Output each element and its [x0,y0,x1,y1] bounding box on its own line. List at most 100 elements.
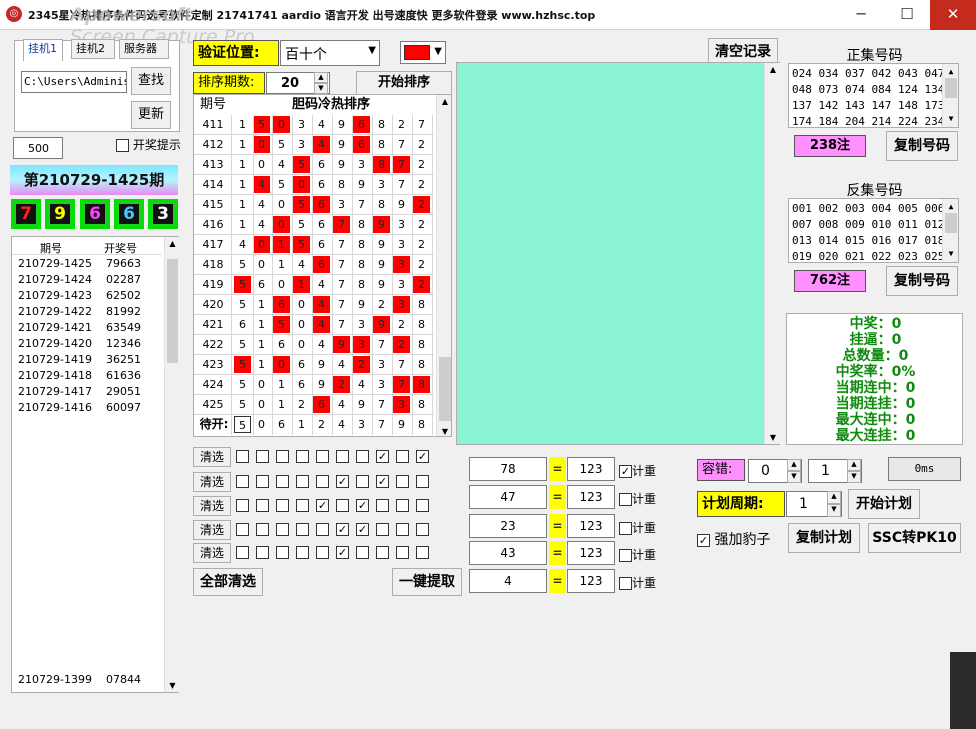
weight-left-input[interactable]: 47 [469,485,547,509]
weight-right-input[interactable]: 123 [567,485,615,509]
digit-checkbox[interactable] [396,523,409,536]
digit-checkbox[interactable] [236,546,249,559]
spin-down-icon[interactable]: ▼ [314,83,328,94]
digit-checkbox[interactable] [276,475,289,488]
clear-row-button[interactable]: 清选 [193,472,231,492]
list-item[interactable]: 210729-1399 07844 [18,673,141,686]
weight-check-box[interactable] [619,522,632,535]
copy-positive-button[interactable]: 复制号码 [886,131,958,161]
weight-right-input[interactable]: 123 [567,457,615,481]
copy-negative-button[interactable]: 复制号码 [886,266,958,296]
list-item[interactable]: 210729-1416 60097 [18,401,141,414]
digit-checkbox[interactable]: ✓ [376,450,389,463]
digit-checkbox[interactable] [396,499,409,512]
spin-up-icon[interactable]: ▲ [847,459,861,471]
digit-checkbox[interactable] [396,475,409,488]
history-list[interactable]: 期号 开奖号 210729-1425 79663 210729-1424 02287 2… [11,236,179,693]
weight-checkbox[interactable]: ✓ 计重 [619,462,656,479]
minimize-button[interactable]: ─ [838,0,884,30]
digit-checkbox[interactable]: ✓ [416,450,429,463]
digit-checkbox[interactable] [396,450,409,463]
negative-set-box[interactable]: 001 002 003 004 005 006 007 008 009 010 … [788,198,959,263]
clear-row-button[interactable]: 清选 [193,496,231,516]
output-area[interactable]: ▲ ▼ [456,62,780,445]
path-input[interactable]: C:\Users\Administ [21,71,127,93]
weight-check-box[interactable]: ✓ [619,465,632,478]
list-item[interactable]: 210729-1420 12346 [18,337,141,350]
positive-scrollbar[interactable]: ▲ ▼ [942,64,958,127]
list-item[interactable]: 210729-1424 02287 [18,273,141,286]
digit-checkbox[interactable] [376,499,389,512]
digit-checkbox[interactable] [336,499,349,512]
one-click-extract-button[interactable]: 一键提取 [392,568,462,596]
digit-checkbox[interactable] [256,475,269,488]
color-picker[interactable]: ▼ [400,41,446,64]
digit-checkbox[interactable] [316,475,329,488]
digit-checkbox[interactable]: ✓ [376,475,389,488]
spin-down-icon[interactable]: ▼ [847,471,861,483]
digit-checkbox[interactable] [296,546,309,559]
spin-up-icon[interactable]: ▲ [827,491,841,504]
copy-plan-button[interactable]: 复制计划 [788,523,860,553]
digit-checkbox[interactable]: ✓ [356,499,369,512]
digit-checkbox[interactable]: ✓ [336,523,349,536]
weight-left-input[interactable]: 4 [469,569,547,593]
clear-row-button[interactable]: 清选 [193,520,231,540]
positive-set-box[interactable]: 024 034 037 042 043 047 048 073 074 084 … [788,63,959,128]
digit-checkbox[interactable] [236,499,249,512]
digit-checkbox[interactable] [236,523,249,536]
digit-checkbox[interactable]: ✓ [316,499,329,512]
find-button[interactable]: 查找 [131,67,171,95]
digit-checkbox[interactable] [356,475,369,488]
digit-checkbox[interactable] [256,499,269,512]
list-item[interactable]: 210729-1422 81992 [18,305,141,318]
digit-checkbox[interactable] [316,450,329,463]
digit-checkbox[interactable] [256,546,269,559]
digit-checkbox[interactable] [416,499,429,512]
prize-hint-checkbox[interactable]: 开奖提示 [116,136,181,153]
tab-server[interactable]: 服务器 [119,39,169,59]
digit-checkbox[interactable] [276,546,289,559]
clear-all-button[interactable]: 全部清选 [193,568,263,596]
digit-checkbox[interactable] [416,523,429,536]
digit-checkbox[interactable]: ✓ [336,475,349,488]
weight-checkbox[interactable]: 计重 [619,519,656,536]
list-item[interactable]: 210729-1417 29051 [18,385,141,398]
spin-up-icon[interactable]: ▲ [787,459,801,471]
digit-checkbox[interactable] [416,546,429,559]
force-leopard-box[interactable]: ✓ [697,533,710,547]
digit-checkbox[interactable] [376,546,389,559]
digit-checkbox[interactable] [296,523,309,536]
update-button[interactable]: 更新 [131,101,171,129]
weight-checkbox[interactable]: 计重 [619,574,656,591]
verify-position-select[interactable]: 百十个 ▼ [280,40,380,66]
ssc-to-pk10-button[interactable]: SSC转PK10 [868,523,961,553]
digit-checkbox[interactable] [316,523,329,536]
digit-checkbox[interactable] [356,450,369,463]
digit-checkbox[interactable] [316,546,329,559]
weight-left-input[interactable]: 78 [469,457,547,481]
history-scrollbar[interactable]: ▲ ▼ [164,237,179,692]
digit-checkbox[interactable] [236,475,249,488]
count-input[interactable]: 500 [13,137,63,159]
start-plan-button[interactable]: 开始计划 [848,489,920,519]
list-item[interactable]: 210729-1421 63549 [18,321,141,334]
digit-checkbox[interactable] [256,523,269,536]
weight-right-input[interactable]: 123 [567,514,615,538]
weight-check-box[interactable] [619,577,632,590]
digit-checkbox[interactable] [276,523,289,536]
grid-scrollbar[interactable]: ▲ ▼ [436,95,451,436]
digit-checkbox[interactable] [296,499,309,512]
prize-hint-box[interactable] [116,139,129,152]
list-item[interactable]: 210729-1418 61636 [18,369,141,382]
digit-checkbox[interactable]: ✓ [336,546,349,559]
maximize-button[interactable]: ☐ [884,0,930,30]
clear-row-button[interactable]: 清选 [193,447,231,467]
list-item[interactable]: 210729-1419 36251 [18,353,141,366]
list-item[interactable]: 210729-1423 62502 [18,289,141,302]
weight-left-input[interactable]: 43 [469,541,547,565]
weight-check-box[interactable] [619,549,632,562]
weight-checkbox[interactable]: 计重 [619,546,656,563]
negative-scrollbar[interactable]: ▲ ▼ [942,199,958,262]
digit-checkbox[interactable] [336,450,349,463]
